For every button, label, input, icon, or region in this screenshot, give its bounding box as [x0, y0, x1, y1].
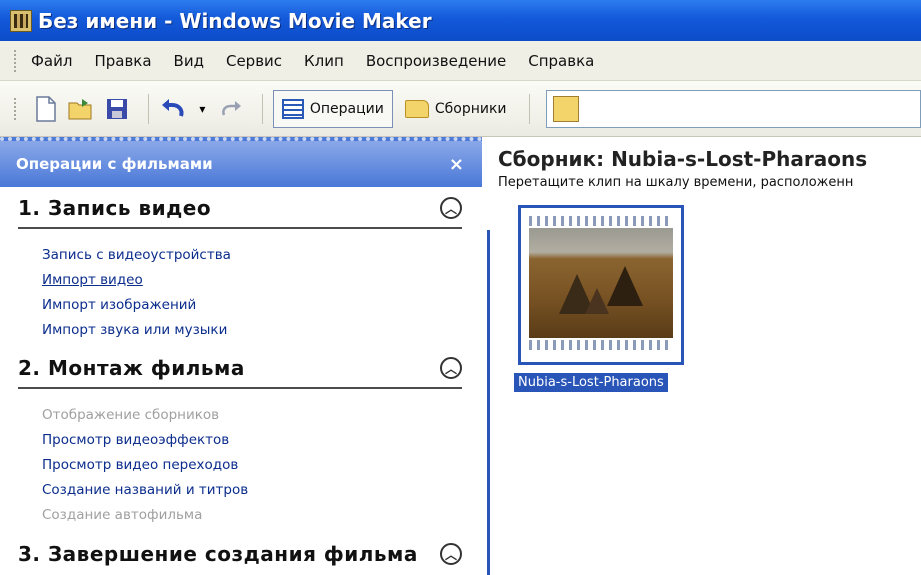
film-strip-edge [529, 216, 673, 226]
film-strip-edge [529, 340, 673, 350]
section-header[interactable]: 2. Монтаж фильма ︿ [18, 349, 462, 389]
collections-combo[interactable] [545, 89, 921, 128]
section-title: 2. Монтаж фильма [18, 356, 245, 380]
show-collections-link: Отображение сборников [42, 407, 220, 423]
chevron-up-icon[interactable]: ︿ [440, 357, 462, 379]
clip-thumbnail[interactable] [518, 205, 684, 365]
menu-help[interactable]: Справка [528, 52, 594, 70]
clip-preview-image [529, 228, 673, 338]
toolbar-separator [147, 93, 149, 124]
collection-instructions: Перетащите клип на шкалу времени, распол… [498, 175, 854, 190]
pane-divider[interactable] [487, 230, 490, 575]
section-edit: 2. Монтаж фильма ︿ Отображение сборников… [0, 349, 482, 534]
import-video-link[interactable]: Импорт видео [42, 268, 462, 293]
menu-play[interactable]: Воспроизведение [366, 52, 506, 70]
toolbar-separator [528, 93, 530, 124]
movie-maker-app-icon[interactable] [10, 9, 32, 32]
collection-area: Сборник: Nubia-s-Lost-Pharaons Перетащит… [492, 137, 921, 575]
pane-header: Операции с фильмами × [0, 137, 482, 187]
operations-button[interactable]: Операции [272, 89, 393, 128]
make-automovie-link: Создание автофильма [42, 507, 203, 523]
link-list: Отображение сборников Просмотр видеоэффе… [18, 389, 462, 534]
operations-icon [281, 98, 304, 119]
menu-bar: Файл Правка Вид Сервис Клип Воспроизведе… [0, 41, 921, 81]
menu-view[interactable]: Вид [174, 52, 204, 70]
import-audio-link[interactable]: Импорт звука или музыки [42, 318, 462, 343]
new-project-icon[interactable] [31, 94, 61, 124]
movie-tasks-pane: Операции с фильмами × 1. Запись видео ︿ … [0, 137, 482, 575]
make-titles-link[interactable]: Создание названий и титров [42, 478, 462, 503]
menu-grip[interactable] [14, 49, 17, 72]
toolbar-grip[interactable] [14, 97, 17, 120]
clip-name-label[interactable]: Nubia-s-Lost-Pharaons [514, 373, 668, 392]
menu-clip[interactable]: Клип [304, 52, 344, 70]
collection-folder-icon [552, 95, 579, 122]
toolbar-separator [261, 93, 263, 124]
window-title: Без имени - Windows Movie Maker [38, 8, 432, 33]
open-project-icon[interactable] [67, 94, 97, 124]
import-pictures-link[interactable]: Импорт изображений [42, 293, 462, 318]
collections-label: Сборники [434, 100, 507, 117]
undo-dropdown-icon[interactable]: ▾ [194, 94, 210, 124]
undo-icon[interactable] [159, 94, 189, 124]
link-list: Запись с видеоустройства Импорт видео Им… [18, 229, 462, 349]
folder-icon [404, 99, 429, 118]
menu-tools[interactable]: Сервис [226, 52, 282, 70]
toolbar: ▾ Операции Сборники [0, 81, 921, 137]
close-icon[interactable]: × [449, 154, 464, 175]
section-header[interactable]: 1. Запись видео ︿ [18, 189, 462, 229]
section-title: 1. Запись видео [18, 196, 212, 220]
pane-header-title: Операции с фильмами [16, 155, 213, 173]
chevron-up-icon[interactable]: ︿ [440, 197, 462, 219]
view-transitions-link[interactable]: Просмотр видео переходов [42, 453, 462, 478]
collection-title: Сборник: Nubia-s-Lost-Pharaons [498, 147, 868, 171]
redo-icon[interactable] [216, 94, 246, 124]
menu-edit[interactable]: Правка [94, 52, 151, 70]
section-header[interactable]: 3. Завершение создания фильма ︿ [18, 534, 462, 574]
chevron-up-icon[interactable]: ︿ [440, 543, 462, 565]
capture-from-device-link[interactable]: Запись с видеоустройства [42, 243, 462, 268]
title-bar: Без имени - Windows Movie Maker [0, 0, 921, 41]
save-project-icon[interactable] [102, 94, 132, 124]
section-finish: 3. Завершение создания фильма ︿ [0, 534, 482, 574]
section-capture: 1. Запись видео ︿ Запись с видеоустройст… [0, 189, 482, 349]
menu-file[interactable]: Файл [31, 52, 72, 70]
view-effects-link[interactable]: Просмотр видеоэффектов [42, 428, 462, 453]
collections-button[interactable]: Сборники [397, 90, 515, 128]
operations-label: Операции [309, 100, 384, 117]
section-title: 3. Завершение создания фильма [18, 542, 418, 566]
